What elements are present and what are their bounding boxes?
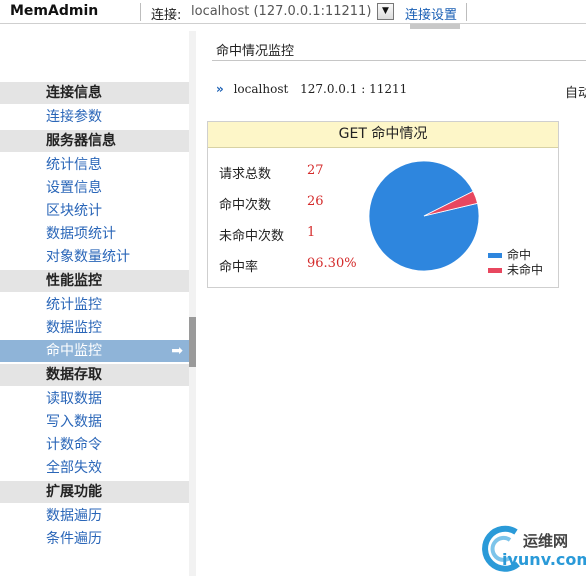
divider	[140, 3, 141, 21]
sidebar-item-stats[interactable]: 统计信息	[0, 154, 189, 176]
sidebar-item-flush[interactable]: 全部失效	[0, 457, 189, 479]
legend-label-hit: 命中	[507, 248, 532, 262]
legend-item-miss: 未命中	[488, 263, 543, 278]
watermark-text-top: 运维网	[523, 532, 569, 550]
top-bar: MemAdmin 连接: localhost (127.0.0.1:11211)…	[0, 0, 586, 24]
stat-label-hits: 命中次数	[219, 198, 272, 213]
legend-label-miss: 未命中	[507, 263, 544, 277]
stat-value-hits: 26	[307, 194, 324, 209]
sidebar-scroll-thumb[interactable]	[189, 317, 196, 367]
sidebar: 连接信息 连接参数 服务器信息 统计信息 设置信息 区块统计 数据项统计 对象数…	[0, 31, 196, 576]
page-title: 命中情况监控	[216, 44, 295, 59]
hit-stats-panel: GET 命中情况 请求总数 27 命中次数 26 未命中次数 1 命中率 96.…	[207, 121, 559, 288]
stat-value-total: 27	[307, 163, 324, 178]
sidebar-item-write[interactable]: 写入数据	[0, 411, 189, 433]
stat-label-hit-rate: 命中率	[219, 260, 259, 275]
watermark-text-bottom: iyunv.com	[502, 550, 586, 569]
divider	[212, 60, 586, 61]
sidebar-item-counter[interactable]: 计数命令	[0, 434, 189, 456]
watermark: 运维网 iyunv.com	[480, 524, 586, 574]
hit-stats-title: GET 命中情况	[208, 122, 558, 148]
sidebar-scrollbar[interactable]	[189, 31, 196, 576]
sidebar-item-read[interactable]: 读取数据	[0, 388, 189, 410]
stat-label-misses: 未命中次数	[219, 229, 285, 244]
sidebar-item-stats-monitor[interactable]: 统计监控	[0, 294, 189, 316]
arrow-right-icon: ➡	[171, 343, 183, 359]
sidebar-item-object-count[interactable]: 对象数量统计	[0, 246, 189, 268]
double-chevron-icon: »	[216, 82, 224, 96]
auto-refresh-label[interactable]: 自动	[565, 82, 586, 101]
host-info: » localhost 127.0.0.1 : 11211	[216, 82, 407, 96]
sidebar-item-condition-traverse[interactable]: 条件遍历	[0, 528, 189, 550]
legend-swatch-miss	[488, 268, 502, 273]
hit-pie-chart	[368, 160, 480, 272]
sidebar-item-traverse[interactable]: 数据遍历	[0, 505, 189, 527]
host-name: localhost	[233, 82, 289, 96]
sidebar-group-extensions: 扩展功能	[0, 481, 189, 503]
app-title: MemAdmin	[10, 3, 99, 19]
sidebar-item-data-monitor[interactable]: 数据监控	[0, 317, 189, 339]
sidebar-group-connection: 连接信息	[0, 82, 189, 104]
connection-settings-link[interactable]: 连接设置	[405, 4, 457, 23]
connection-label: 连接:	[151, 8, 182, 23]
legend-swatch-hit	[488, 253, 502, 258]
host-address: 127.0.0.1 : 11211	[300, 82, 408, 96]
stat-label-total: 请求总数	[219, 167, 272, 182]
sidebar-item-slabs[interactable]: 区块统计	[0, 200, 189, 222]
chart-legend: 命中 未命中	[488, 248, 543, 278]
divider	[466, 3, 467, 21]
tab-indicator	[410, 24, 460, 29]
sidebar-item-hit-monitor[interactable]: 命中监控 ➡	[0, 340, 189, 362]
stat-value-misses: 1	[307, 225, 316, 240]
sidebar-group-monitor: 性能监控	[0, 270, 189, 292]
connection-select[interactable]: localhost (127.0.0.1:11211)	[191, 4, 371, 19]
sidebar-group-server: 服务器信息	[0, 130, 189, 152]
stat-value-hit-rate: 96.30%	[307, 256, 357, 271]
sidebar-item-connection-params[interactable]: 连接参数	[0, 106, 189, 128]
legend-item-hit: 命中	[488, 248, 543, 263]
sidebar-group-data: 数据存取	[0, 364, 189, 386]
sidebar-item-settings[interactable]: 设置信息	[0, 177, 189, 199]
sidebar-item-label: 命中监控	[46, 343, 102, 359]
chevron-down-icon[interactable]: ▼	[377, 3, 394, 20]
sidebar-item-items[interactable]: 数据项统计	[0, 223, 189, 245]
